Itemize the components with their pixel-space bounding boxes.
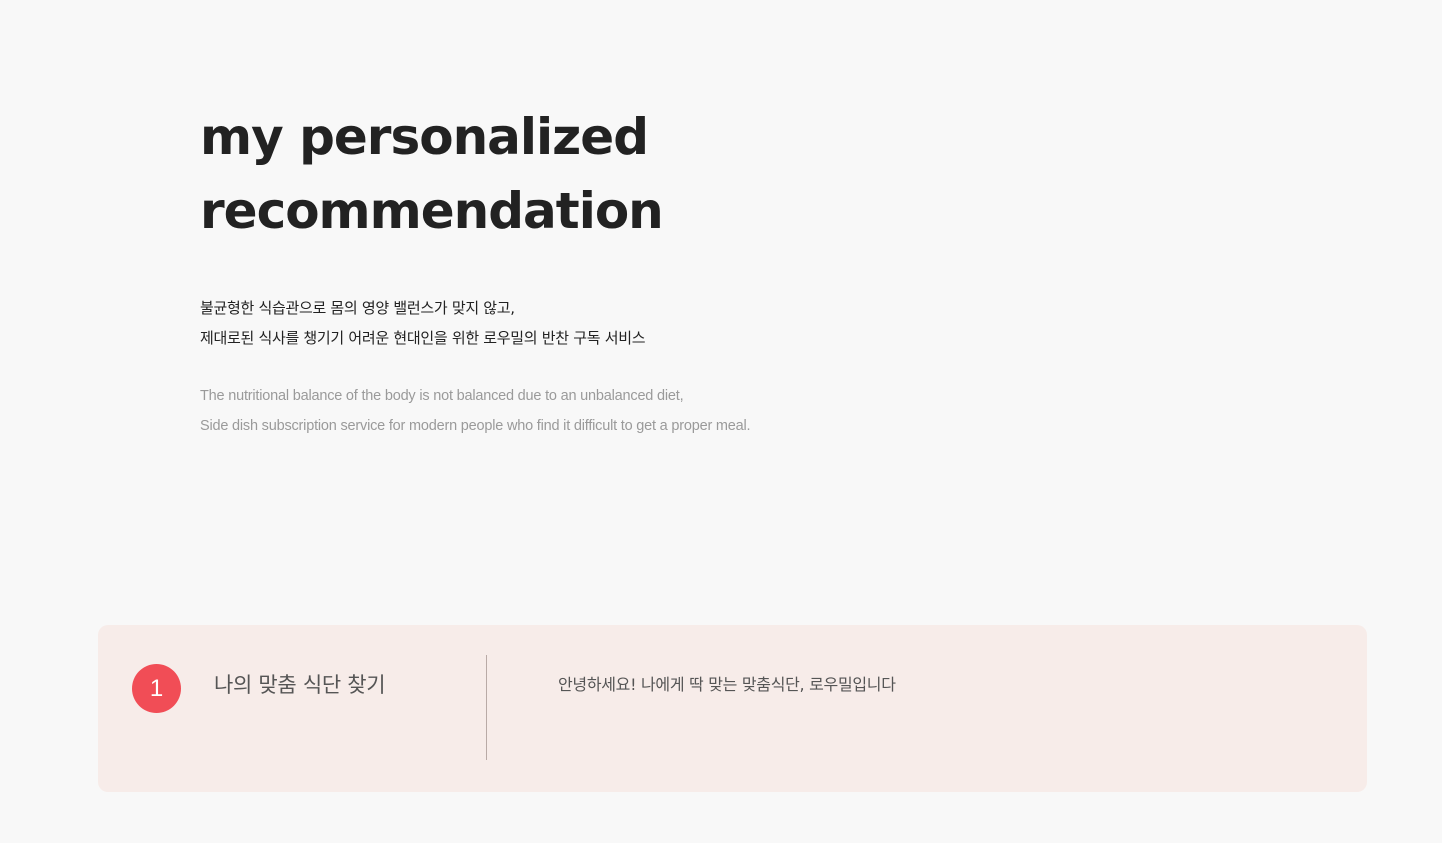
description-korean-line-1: 불균형한 식습관으로 몸의 영양 밸런스가 맞지 않고,: [200, 299, 515, 317]
hero-section: my personalized recommendation: [200, 100, 1100, 248]
page: my personalized recommendation 불균형한 식습관으…: [0, 0, 1442, 843]
description-korean: 불균형한 식습관으로 몸의 영양 밸런스가 맞지 않고, 제대로된 식사를 챙기…: [200, 293, 646, 353]
step-message: 안녕하세요! 나에게 딱 맞는 맞춤식단, 로우밀입니다: [558, 675, 896, 694]
step-title: 나의 맞춤 식단 찾기: [214, 673, 386, 697]
hero-title-line-1: my personalized: [200, 108, 649, 166]
hero-title: my personalized recommendation: [200, 100, 1100, 248]
hero-title-line-2: recommendation: [200, 182, 664, 240]
description-english-line-2: Side dish subscription service for moder…: [200, 418, 751, 434]
step-divider: [486, 655, 487, 760]
step-number-badge: 1: [132, 664, 181, 713]
description-english-line-1: The nutritional balance of the body is n…: [200, 388, 684, 404]
description-english: The nutritional balance of the body is n…: [200, 381, 751, 441]
recommendation-step-card: 1 나의 맞춤 식단 찾기 안녕하세요! 나에게 딱 맞는 맞춤식단, 로우밀입…: [98, 625, 1367, 792]
description-korean-line-2: 제대로된 식사를 챙기기 어려운 현대인을 위한 로우밀의 반찬 구독 서비스: [200, 329, 646, 347]
